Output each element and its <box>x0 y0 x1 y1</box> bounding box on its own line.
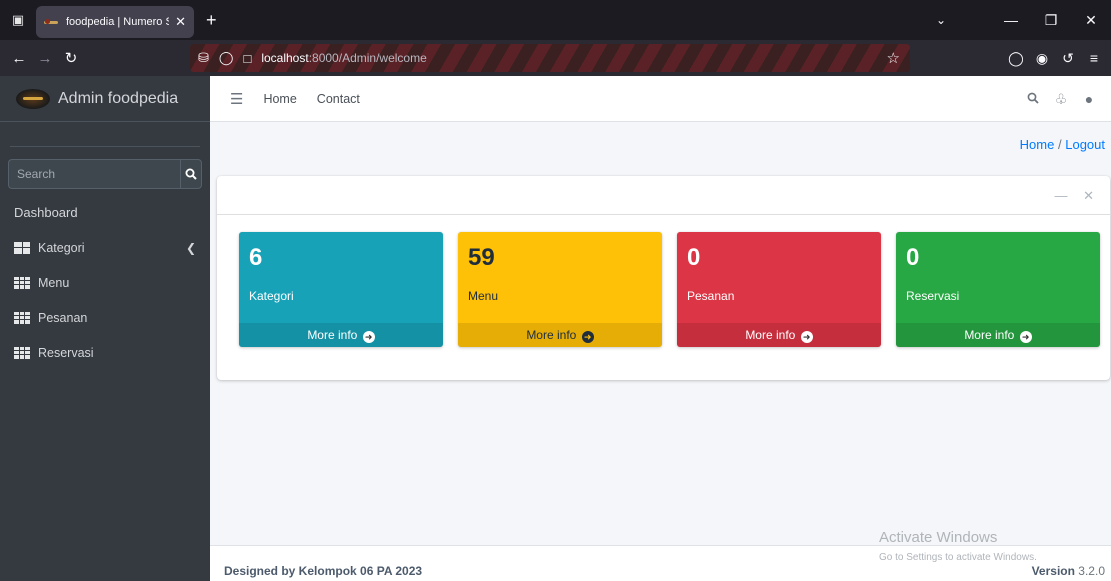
stat-boxes: 6 Kategori More info ➜ 59 Menu More info… <box>239 232 1100 347</box>
favicon-icon <box>44 18 60 26</box>
grid-icon <box>14 346 30 359</box>
search-icon[interactable] <box>1019 91 1047 107</box>
sidebar-item-pesanan[interactable]: Pesanan <box>0 300 210 335</box>
reload-icon[interactable]: ↻ <box>58 49 84 67</box>
watermark-title: Activate Windows <box>879 529 998 546</box>
stat-value: 6 <box>249 244 263 271</box>
stat-box-reservasi: 0 Reservasi More info ➜ <box>896 232 1100 347</box>
stat-label: Reservasi <box>906 289 960 303</box>
sidebar-item-kategori[interactable]: Kategori ❮ <box>0 230 210 265</box>
sidebar-item-dashboard[interactable]: Dashboard <box>0 195 210 230</box>
more-info-link[interactable]: More info ➜ <box>896 323 1100 347</box>
grid-icon <box>14 311 30 324</box>
tab-list-icon[interactable]: ▣ <box>0 0 36 40</box>
nav-link-contact[interactable]: Contact <box>317 92 360 106</box>
hamburger-icon[interactable]: ☰ <box>230 90 243 108</box>
new-tab-icon[interactable]: + <box>206 10 217 31</box>
brand-link[interactable]: Admin foodpedia <box>0 76 210 122</box>
chevron-left-icon: ❮ <box>185 240 196 255</box>
sidebar-item-label: Menu <box>38 275 70 290</box>
arrow-circle-right-icon: ➜ <box>362 331 375 343</box>
breadcrumb: Home / Logout <box>1020 137 1105 152</box>
stat-value: 59 <box>468 244 495 271</box>
stat-value: 0 <box>906 244 920 271</box>
sidebar-menu: Dashboard Kategori ❮ Menu Pesanan Reserv… <box>0 195 210 370</box>
tab-overflow-chevron-icon[interactable]: ⌄ <box>921 13 961 27</box>
brand-logo <box>16 88 50 109</box>
sidebar-item-menu[interactable]: Menu <box>0 265 210 300</box>
stat-label: Menu <box>468 289 499 303</box>
watermark-subtitle: Go to Settings to activate Windows. <box>879 552 1037 563</box>
stat-value: 0 <box>687 244 701 271</box>
pocket-icon[interactable]: ◯ <box>1003 50 1029 67</box>
bell-icon[interactable]: ♧ <box>1047 91 1075 108</box>
restore-icon[interactable]: ❐ <box>1031 12 1071 29</box>
search-icon <box>185 168 197 180</box>
bookmark-star-icon[interactable]: ☆ <box>887 49 900 67</box>
card-tools: — ✕ <box>1042 188 1094 204</box>
breadcrumb-separator: / <box>1057 137 1062 152</box>
tab-close-icon[interactable]: ✕ <box>175 14 186 30</box>
tracking-shield-icon[interactable]: ◯ <box>219 50 234 66</box>
sidebar-item-label: Reservasi <box>38 345 94 360</box>
account-icon[interactable]: ◉ <box>1029 50 1055 67</box>
more-info-link[interactable]: More info ➜ <box>677 323 881 347</box>
app-header: ☰ Home Contact ♧ ● <box>210 76 1111 122</box>
browser-toolbar-right: ◯ ◉ ↺ ≡ <box>1003 40 1107 76</box>
menu-icon[interactable]: ≡ <box>1081 50 1107 66</box>
stat-box-pesanan: 0 Pesanan More info ➜ <box>677 232 881 347</box>
arrow-circle-right-icon: ➜ <box>800 331 813 343</box>
brand-text: Admin foodpedia <box>58 89 179 107</box>
sidebar: Admin foodpedia Dashboard Kategori ❮ Men… <box>0 76 210 581</box>
header-right: ♧ ● <box>1019 76 1103 122</box>
arrow-circle-right-icon: ➜ <box>1019 331 1032 343</box>
stat-box-menu: 59 Menu More info ➜ <box>458 232 662 347</box>
search-button[interactable] <box>180 159 202 189</box>
user-icon[interactable]: ● <box>1075 91 1103 107</box>
more-info-link[interactable]: More info ➜ <box>239 323 443 347</box>
stat-label: Pesanan <box>687 289 735 303</box>
sidebar-search <box>8 159 202 189</box>
url-host: localhost <box>261 51 309 65</box>
forward-icon[interactable]: → <box>32 50 58 67</box>
more-info-link[interactable]: More info ➜ <box>458 323 662 347</box>
stat-box-kategori: 6 Kategori More info ➜ <box>239 232 443 347</box>
stat-label: Kategori <box>249 289 294 303</box>
remote-control-icon: ⛁ <box>198 50 209 65</box>
breadcrumb-home[interactable]: Home <box>1020 137 1055 152</box>
card-header: — ✕ <box>217 176 1110 215</box>
search-input[interactable] <box>8 159 180 189</box>
grid-icon <box>14 276 30 289</box>
tab-title: foodpedia | Numero Sada <box>66 16 169 28</box>
sidebar-item-label: Pesanan <box>38 310 88 325</box>
collapse-icon[interactable]: — <box>1054 188 1067 203</box>
browser-tab[interactable]: foodpedia | Numero Sada ✕ <box>36 6 194 38</box>
footer-credit: Designed by Kelompok 06 PA 2023 <box>224 564 423 578</box>
dashboard-card: — ✕ 6 Kategori More info ➜ 59 Menu More … <box>217 176 1110 380</box>
footer-version: Version 3.2.0 <box>1031 564 1105 578</box>
minimize-icon[interactable]: — <box>991 12 1031 28</box>
close-icon[interactable]: ✕ <box>1083 188 1094 203</box>
sidebar-item-label: Kategori <box>38 240 85 255</box>
table-icon <box>14 241 30 254</box>
extensions-icon[interactable]: ↺ <box>1055 50 1081 67</box>
breadcrumb-logout[interactable]: Logout <box>1065 137 1105 152</box>
activate-windows-watermark: Activate Windows Go to Settings to activ… <box>879 529 1037 563</box>
sidebar-item-reservasi[interactable]: Reservasi <box>0 335 210 370</box>
nav-link-home[interactable]: Home <box>263 92 296 106</box>
back-icon[interactable]: ← <box>6 50 32 67</box>
url-path: :8000/Admin/welcome <box>308 51 427 65</box>
url-bar[interactable]: ⛁ ◯ □ localhost:8000/Admin/welcome ☆ <box>190 44 910 72</box>
sidebar-divider <box>10 146 200 147</box>
browser-nav-bar: ← → ↻ ⛁ ◯ □ localhost:8000/Admin/welcome… <box>0 40 1111 76</box>
close-window-icon[interactable]: ✕ <box>1071 12 1111 29</box>
arrow-circle-right-icon: ➜ <box>581 331 594 343</box>
window-controls: ⌄ — ❐ ✕ <box>921 0 1111 40</box>
page-icon: □ <box>243 50 252 66</box>
browser-tab-bar: ▣ foodpedia | Numero Sada ✕ + ⌄ — ❐ ✕ <box>0 0 1111 40</box>
